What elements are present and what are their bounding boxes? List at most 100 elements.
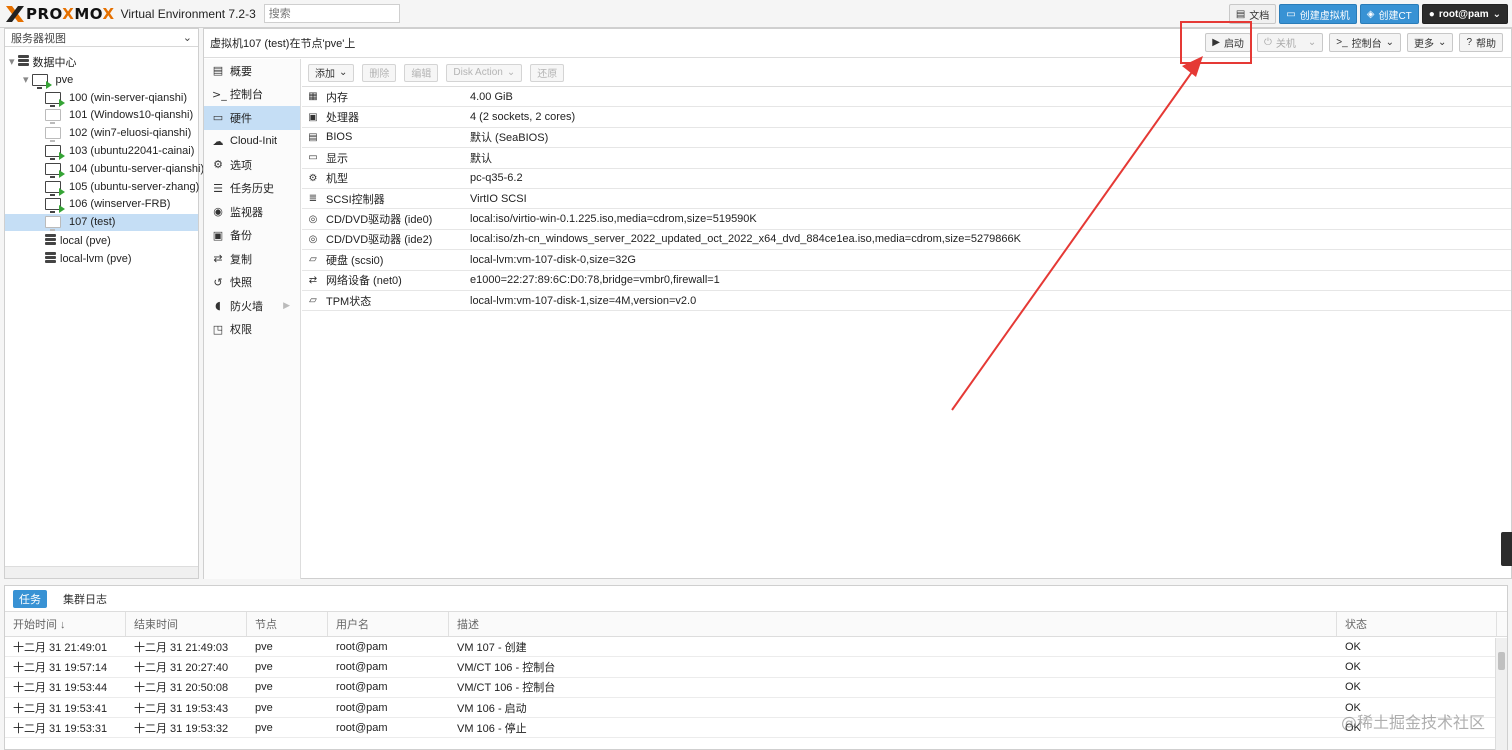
database-icon: ≣ — [308, 193, 318, 205]
side-menu-item[interactable]: ⚙ 选项 — [204, 153, 300, 177]
side-menu-item[interactable]: ☰ 任务历史 — [204, 177, 300, 201]
tree-storage-local[interactable]: local (pve) — [45, 232, 111, 249]
tree-storage-local-lvm[interactable]: local-lvm (pve) — [45, 250, 132, 267]
table-cell: root@pam — [336, 660, 388, 673]
hardware-name: ≣ SCSI控制器 — [302, 191, 470, 207]
unlock-icon: ◳ — [212, 322, 224, 336]
tree-vm-item[interactable]: 104 (ubuntu-server-qianshi) — [45, 160, 204, 178]
content-header: 虚拟机107 (test)在节点'pve'上 ▶ 启动 ⏻ 关机 ⌄ >_ 控制台 ⌄ 更… — [204, 21, 1511, 64]
hardware-row[interactable]: ▦ 内存 4.00 GiB — [302, 87, 1511, 108]
side-menu-item[interactable]: ◉ 监视器 — [204, 200, 300, 224]
console-button[interactable]: >_ 控制台 ⌄ — [1329, 33, 1402, 52]
collapse-icon: ▾ — [9, 56, 15, 68]
column-header[interactable]: 用户名 — [328, 612, 449, 636]
hardware-value: local:iso/virtio-win-0.1.225.iso,media=c… — [470, 213, 757, 226]
cdrom-icon: ◎ — [308, 233, 318, 245]
column-header[interactable]: 开始时间 ↓ — [5, 612, 126, 636]
hardware-name: ◎ CD/DVD驱动器 (ide0) — [302, 211, 470, 227]
search-input[interactable] — [263, 4, 400, 23]
table-row[interactable]: 十二月 31 19:57:14 十二月 31 20:27:40 pve root@pa… — [5, 657, 1507, 678]
hardware-row[interactable]: ⇄ 网络设备 (net0) e1000=22:27:89:6C:D0:78,brid… — [302, 271, 1511, 291]
table-row[interactable]: 十二月 31 19:53:31 十二月 31 19:53:32 pve root@pa… — [5, 718, 1507, 739]
column-header[interactable]: 结束时间 — [126, 612, 247, 636]
hardware-row[interactable]: ⚙ 机型 pc-q35-6.2 — [302, 169, 1511, 189]
hardware-row[interactable]: ▭ 显示 默认 — [302, 148, 1511, 169]
database-icon — [45, 252, 56, 265]
table-cell: VM/CT 106 - 控制台 — [457, 661, 556, 674]
table-cell: VM 106 - 启动 — [457, 702, 527, 715]
table-cell: 十二月 31 21:49:03 — [134, 641, 229, 654]
hardware-row[interactable]: ≣ SCSI控制器 VirtIO SCSI — [302, 189, 1511, 210]
create-ct-button[interactable]: ◈ 创建CT — [1359, 4, 1419, 24]
edit-button[interactable]: 编辑 — [404, 63, 439, 82]
tree-vm-item[interactable]: 101 (Windows10-qianshi) — [45, 107, 193, 125]
side-menu-item[interactable]: ▭ 硬件 — [204, 106, 300, 130]
tree-vm-item[interactable]: 102 (win7-eluosi-qianshi) — [45, 125, 191, 143]
table-cell: OK — [1345, 660, 1361, 673]
side-menu-item[interactable]: ⇄ 复制 — [204, 247, 300, 271]
hardware-name: ▦ 内存 — [302, 89, 470, 105]
side-menu-item[interactable]: ☁ Cloud-Init — [204, 130, 300, 154]
retweet-icon: ⇄ — [213, 252, 223, 266]
remove-button[interactable]: 删除 — [362, 63, 397, 82]
revert-button[interactable]: 还原 — [530, 63, 565, 82]
table-cell: 十二月 31 19:57:14 — [13, 661, 108, 674]
top-bar: PROXMOX Virtual Environment 7.2-3 ▤文档 ▭创… — [0, 0, 1512, 28]
collapse-icon: ▾ — [23, 74, 29, 86]
chevron-down-icon: ⌄ — [1307, 37, 1317, 48]
side-menu-item[interactable]: >_ 控制台 — [204, 83, 300, 107]
chevron-down-icon: ⌄ — [506, 67, 516, 78]
hardware-value: e1000=22:27:89:6C:D0:78,bridge=vmbr0,fir… — [470, 274, 720, 287]
user-menu-button[interactable]: ● root@pam ⌄ — [1421, 4, 1508, 24]
hardware-row[interactable]: ▣ 处理器 4 (2 sockets, 2 cores) — [302, 107, 1511, 128]
table-row[interactable]: 十二月 31 21:49:01 十二月 31 21:49:03 pve root@pa… — [5, 637, 1507, 658]
cogs-icon: ⚙ — [308, 172, 318, 184]
tree-node-pve[interactable]: ▾ pve — [23, 71, 73, 89]
side-menu-item[interactable]: ▤ 概要 — [204, 59, 300, 83]
disk-action-button[interactable]: Disk Action ⌄ — [446, 63, 523, 82]
table-row[interactable]: 十二月 31 19:53:44 十二月 31 20:50:08 pve root@pa… — [5, 678, 1507, 698]
help-button[interactable]: ? 帮助 — [1459, 33, 1503, 52]
tree-datacenter[interactable]: ▾ 数据中心 — [9, 53, 77, 70]
tree-horizontal-scrollbar[interactable] — [5, 566, 198, 578]
monitor-icon: ▭ — [308, 152, 318, 164]
shutdown-button[interactable]: ⏻ 关机 ⌄ — [1256, 33, 1324, 52]
hardware-row[interactable]: ▱ 硬盘 (scsi0) local-lvm:vm-107-disk-0,size=… — [302, 250, 1511, 271]
tree-vm-item[interactable]: 105 (ubuntu-server-zhang) — [45, 178, 199, 196]
view-selector[interactable]: 服务器视图 ⌄ — [5, 29, 198, 47]
hardware-name: ▱ TPM状态 — [302, 293, 470, 309]
hardware-row[interactable]: ◎ CD/DVD驱动器 (ide0) local:iso/virtio-win-0.… — [302, 209, 1511, 230]
hardware-row[interactable]: ▱ TPM状态 local-lvm:vm-107-disk-1,size=4M,ve… — [302, 291, 1511, 312]
column-header[interactable]: 节点 — [247, 612, 328, 636]
database-icon — [45, 234, 56, 247]
tab-tasks[interactable]: 任务 — [13, 589, 47, 608]
create-vm-button[interactable]: ▭ 创建虚拟机 — [1279, 4, 1357, 24]
hardware-row[interactable]: ◎ CD/DVD驱动器 (ide2) local:iso/zh-cn_windows… — [302, 230, 1511, 251]
hardware-value: VirtIO SCSI — [470, 192, 527, 205]
history-icon: ↺ — [213, 275, 223, 289]
tab-cluster-log[interactable]: 集群日志 — [57, 590, 113, 608]
column-header[interactable]: 状态 — [1337, 612, 1497, 636]
table-row[interactable]: 十二月 31 19:53:41 十二月 31 19:53:43 pve root@pa… — [5, 698, 1507, 719]
side-menu-item[interactable]: ◳ 权限 — [204, 318, 300, 342]
tree-vm-item[interactable]: 107 (test) — [5, 213, 198, 232]
column-header[interactable]: 描述 — [449, 612, 1337, 636]
hardware-name: ▤ BIOS — [302, 131, 470, 143]
shield-icon: ◖ — [215, 299, 221, 313]
tasks-vertical-scrollbar[interactable] — [1495, 638, 1507, 750]
content-panel: 虚拟机107 (test)在节点'pve'上 ▶ 启动 ⏻ 关机 ⌄ >_ 控制台 ⌄ 更… — [203, 21, 1512, 579]
hdd-icon: ▱ — [309, 295, 317, 307]
tree-vm-item[interactable]: 103 (ubuntu22041-cainai) — [45, 142, 194, 160]
add-button[interactable]: 添加 ⌄ — [308, 63, 355, 82]
side-menu-item[interactable]: ◖ 防火墙 ▶ — [204, 294, 300, 318]
side-panel-handle[interactable] — [1501, 532, 1512, 566]
side-menu-item[interactable]: ▣ 备份 — [204, 224, 300, 248]
side-menu-item[interactable]: ↺ 快照 — [204, 271, 300, 295]
table-cell: VM 107 - 创建 — [457, 641, 527, 654]
tree-vm-item[interactable]: 100 (win-server-qianshi) — [45, 89, 187, 107]
hardware-row[interactable]: ▤ BIOS 默认 (SeaBIOS) — [302, 128, 1511, 149]
proxmox-logo[interactable]: PROXMOX — [6, 5, 115, 23]
tree-vm-item[interactable]: 106 (winserver-FRB) — [45, 196, 170, 214]
hardware-value: pc-q35-6.2 — [470, 172, 523, 185]
more-button[interactable]: 更多 ⌄ — [1407, 33, 1454, 52]
